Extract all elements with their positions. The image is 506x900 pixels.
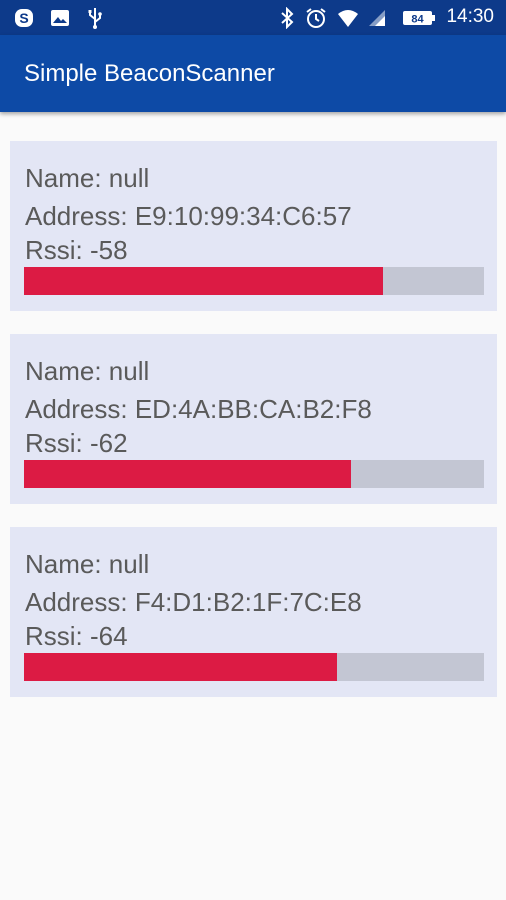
status-time: 14:30 <box>446 6 494 27</box>
svg-text:84: 84 <box>411 14 424 26</box>
beacon-address: Address: E9:10:99:34:C6:57 <box>25 201 352 231</box>
beacon-rssi: Rssi: -62 <box>25 428 128 458</box>
signal-strength-fill <box>24 653 337 681</box>
signal-icon <box>366 7 388 29</box>
beacon-address: Address: ED:4A:BB:CA:B2:F8 <box>25 394 372 424</box>
image-icon <box>49 7 71 29</box>
beacon-rssi: Rssi: -58 <box>25 235 128 265</box>
wifi-icon <box>337 7 359 29</box>
beacon-name: Name: null <box>25 356 150 386</box>
usb-icon <box>84 7 106 29</box>
beacon-card[interactable]: Name: null Address: F4:D1:B2:1F:7C:E8 Rs… <box>10 527 497 697</box>
skype-icon: S <box>13 7 35 29</box>
signal-strength-bar <box>24 267 484 295</box>
signal-strength-bar <box>24 460 484 488</box>
bluetooth-icon <box>276 7 298 29</box>
status-bar: S 84 14:30 <box>0 0 506 35</box>
svg-text:S: S <box>19 10 28 26</box>
signal-strength-fill <box>24 267 383 295</box>
beacon-rssi: Rssi: -64 <box>25 621 128 651</box>
app-bar: Simple BeaconScanner <box>0 35 506 112</box>
alarm-icon <box>305 7 327 29</box>
signal-strength-bar <box>24 653 484 681</box>
app-title: Simple BeaconScanner <box>24 60 275 87</box>
battery-icon: 84 <box>401 7 437 29</box>
beacon-address: Address: F4:D1:B2:1F:7C:E8 <box>25 587 362 617</box>
beacon-name: Name: null <box>25 163 150 193</box>
beacon-name: Name: null <box>25 549 150 579</box>
signal-strength-fill <box>24 460 351 488</box>
beacon-card[interactable]: Name: null Address: E9:10:99:34:C6:57 Rs… <box>10 141 497 311</box>
beacon-card[interactable]: Name: null Address: ED:4A:BB:CA:B2:F8 Rs… <box>10 334 497 504</box>
